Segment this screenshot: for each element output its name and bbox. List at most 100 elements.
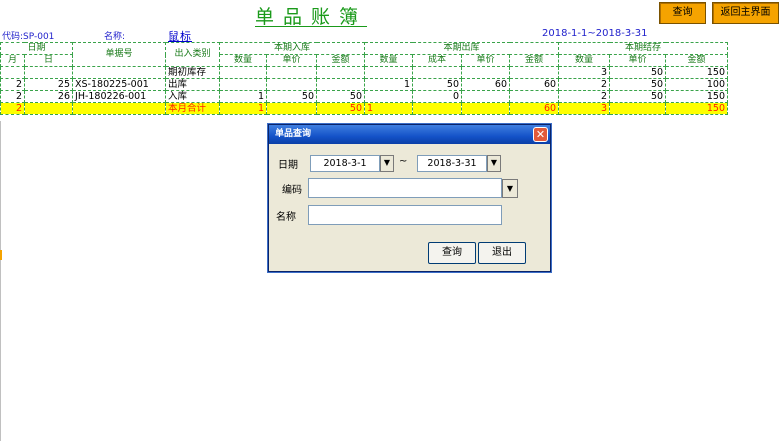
subheader-in-qty: 数量 [219,54,268,67]
back-to-main-button[interactable]: 返回主界面 [712,2,779,24]
ledger-table: 日期 单据号 出入类别 本期入库 本期出库 本期结存 月 日 数量 单价 金额 … [0,42,729,115]
summary-label: 本月合计 [165,102,221,115]
dialog-exit-button[interactable]: 退出 [478,242,526,264]
date-to-field[interactable]: 2018-3-31 [417,155,487,172]
cell-in-price: 50 [266,90,318,103]
summary-out-cost [412,102,463,115]
dialog-title: 单品查询 [275,129,312,139]
cell-out-price: 60 [461,78,511,91]
dialog-query-button[interactable]: 查询 [428,242,476,264]
cell-io-type: 期初库存 [165,66,221,79]
cell-bal-price: 50 [609,78,667,91]
cell-out-cost: 0 [412,90,463,103]
subheader-bal-amount: 金额 [665,54,729,67]
page-title: 单品账簿 [255,6,368,28]
code-label: 编码 [282,185,302,196]
header-io-type: 出入类别 [165,42,221,67]
summary-out-price [461,102,511,115]
date-from-dropdown-icon[interactable]: ▼ [380,155,394,172]
cell-in-amount [316,66,366,79]
cell-out-amount: 60 [509,78,560,91]
cell-out-qty [364,90,414,103]
date-label: 日期 [278,160,298,171]
header-out: 本期出库 [364,42,560,55]
cell-bal-amount: 150 [665,66,729,79]
cell-doc-no: XS-180225-001 [72,78,167,91]
subheader-out-amount: 金额 [509,54,560,67]
summary-row: 2 本月合计 1 50 1 60 3 150 [0,102,729,115]
product-name-label: 名称: [104,32,126,42]
product-query-dialog: 单品查询 ✕ 日期 2018-3-1 ▼ ~ 2018-3-31 ▼ 编码 ▼ … [268,124,551,272]
left-edge-line [0,121,1,441]
date-from-field[interactable]: 2018-3-1 [310,155,380,172]
cell-in-price [266,66,318,79]
summary-out-qty: 1 [364,102,414,115]
summary-in-amount: 50 [316,102,366,115]
cell-out-price [461,90,511,103]
cell-in-qty: 1 [219,90,268,103]
code-combo-input[interactable] [308,178,502,198]
cell-out-amount [509,66,560,79]
summary-out-amount: 60 [509,102,560,115]
cell-day: 26 [23,90,74,103]
cell-in-qty [219,66,268,79]
cell-in-amount: 50 [316,90,366,103]
cell-month: 2 [0,78,25,91]
summary-in-price [266,102,318,115]
cell-io-type: 入库 [165,90,221,103]
product-code: 代码:SP-001 [2,32,55,42]
summary-bal-qty: 3 [558,102,611,115]
summary-doc-no [72,102,167,115]
table-row: 期初库存 3 50 150 [0,66,729,79]
subheader-bal-qty: 数量 [558,54,611,67]
table-row: 2 26 JH-180226-001 入库 1 50 50 0 2 50 150 [0,90,729,103]
summary-bal-price [609,102,667,115]
cell-day [23,66,74,79]
cell-doc-no: JH-180226-001 [72,90,167,103]
cell-bal-price: 50 [609,66,667,79]
cell-bal-qty: 3 [558,66,611,79]
close-icon[interactable]: ✕ [533,127,548,142]
subheader-out-cost: 成本 [412,54,463,67]
cell-out-price [461,66,511,79]
cell-out-cost: 50 [412,78,463,91]
cell-bal-qty: 2 [558,78,611,91]
subheader-month: 月 [0,54,25,67]
cell-out-qty [364,66,414,79]
subheader-bal-price: 单价 [609,54,667,67]
date-range: 2018-1-1~2018-3-31 [542,28,648,39]
name-label: 名称 [276,212,296,223]
date-to-dropdown-icon[interactable]: ▼ [487,155,501,172]
subheader-in-price: 单价 [266,54,318,67]
query-button[interactable]: 查询 [659,2,706,24]
cell-in-price [266,78,318,91]
cell-in-qty [219,78,268,91]
header-doc-no: 单据号 [72,42,167,67]
cell-in-amount [316,78,366,91]
date-separator: ~ [399,156,408,167]
cell-day: 25 [23,78,74,91]
subheader-in-amount: 金额 [316,54,366,67]
summary-in-qty: 1 [219,102,268,115]
cell-bal-amount: 150 [665,90,729,103]
name-input[interactable] [308,205,502,225]
cell-out-cost [412,66,463,79]
cell-out-qty: 1 [364,78,414,91]
header-balance: 本期结存 [558,42,729,55]
edge-marker [0,250,2,260]
table-row: 2 25 XS-180225-001 出库 1 50 60 60 2 50 10… [0,78,729,91]
code-dropdown-icon[interactable]: ▼ [502,179,518,198]
summary-month: 2 [0,102,25,115]
summary-bal-amount: 150 [665,102,729,115]
header-in: 本期入库 [219,42,366,55]
dialog-titlebar[interactable]: 单品查询 ✕ [269,125,550,144]
summary-day [23,102,74,115]
header-date: 日期 [0,42,74,55]
cell-month [0,66,25,79]
subheader-out-qty: 数量 [364,54,414,67]
cell-bal-price: 50 [609,90,667,103]
cell-bal-qty: 2 [558,90,611,103]
cell-bal-amount: 100 [665,78,729,91]
cell-doc-no [72,66,167,79]
cell-io-type: 出库 [165,78,221,91]
